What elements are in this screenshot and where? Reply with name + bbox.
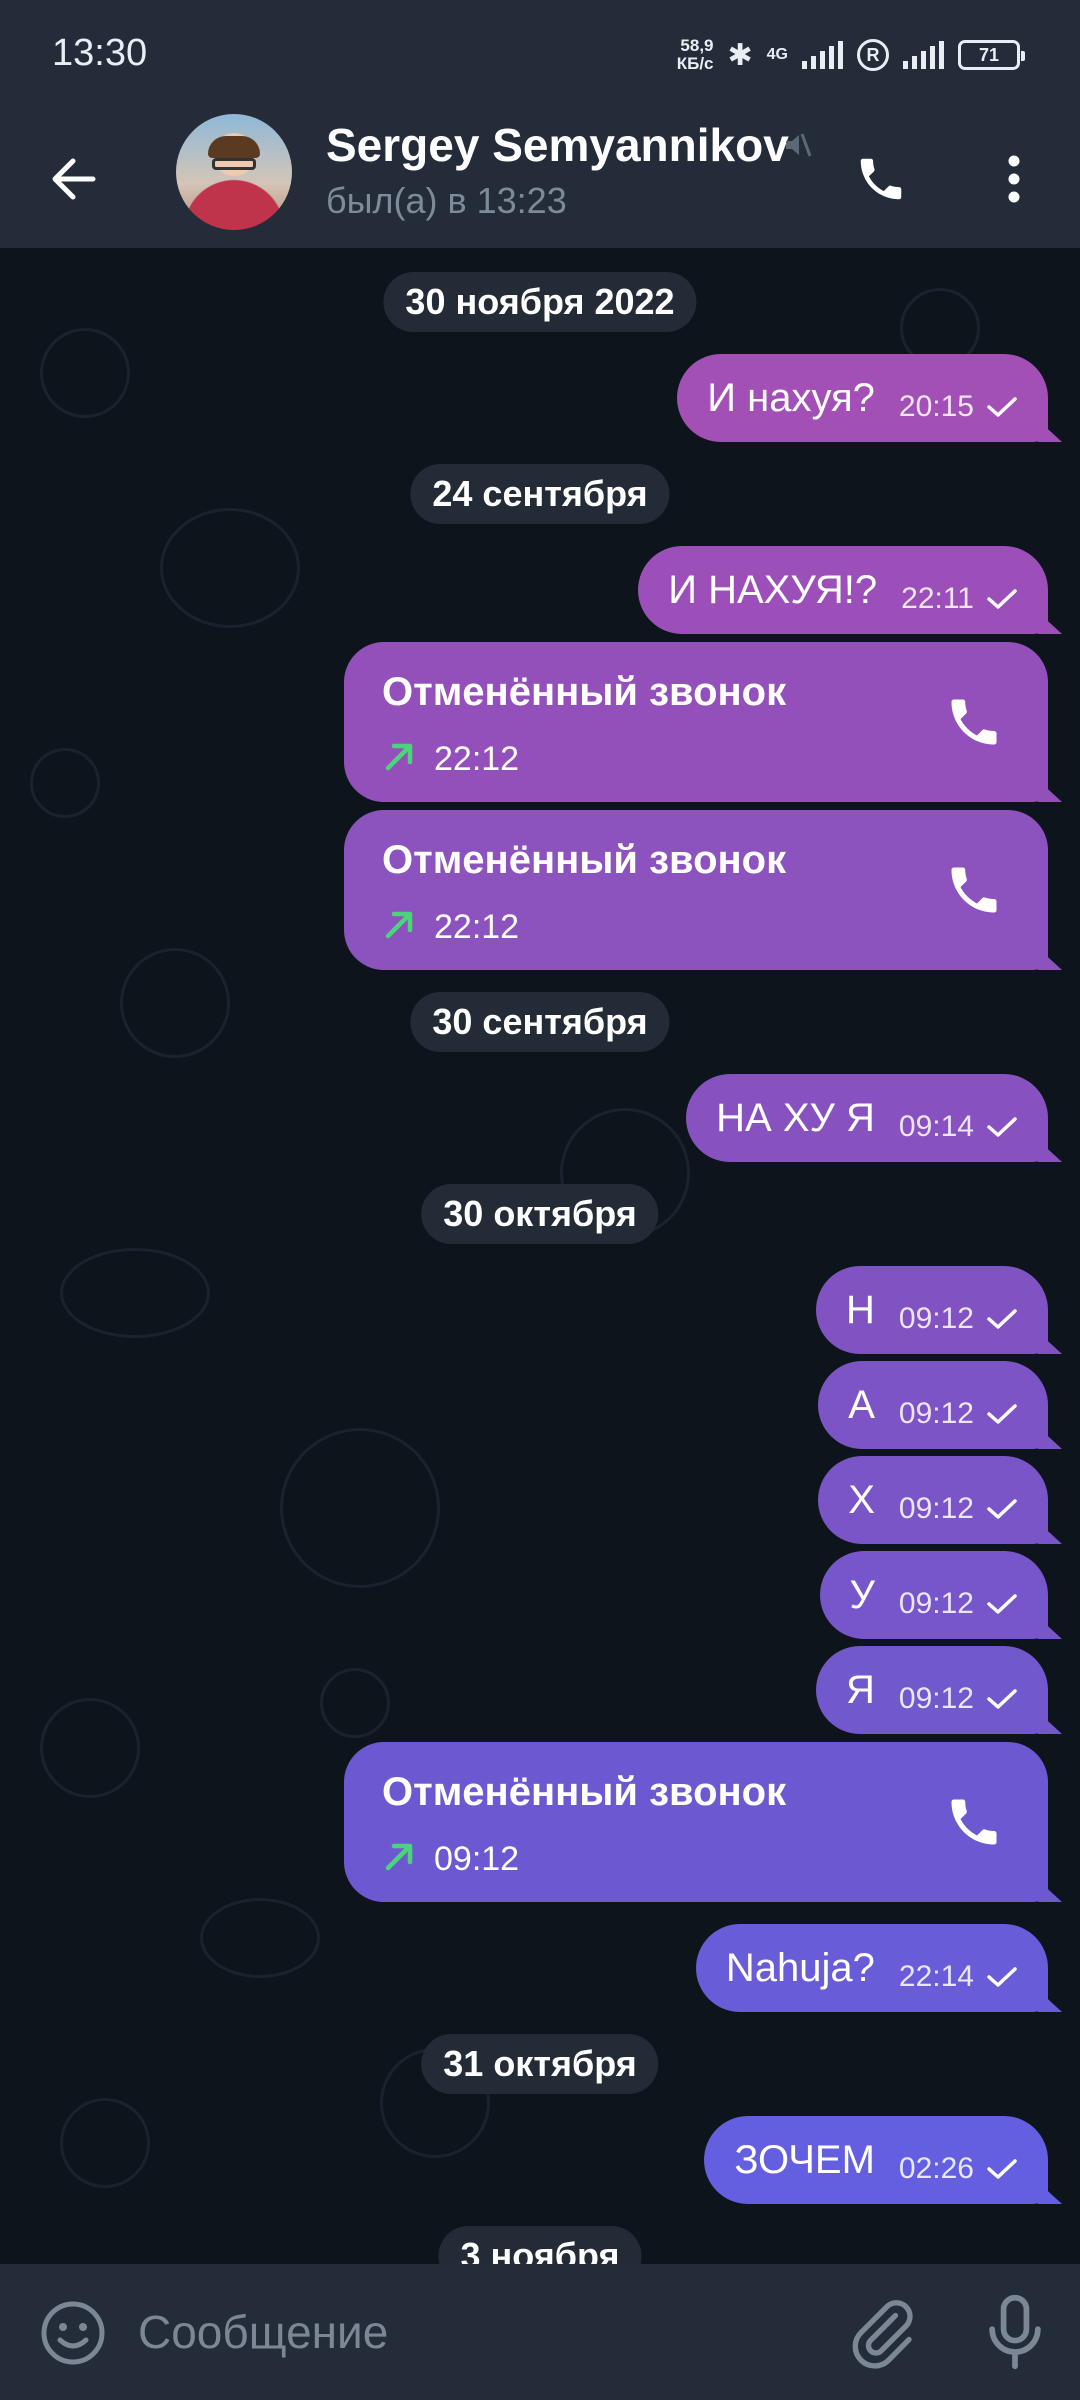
more-vertical-icon: [1008, 155, 1020, 203]
sent-check-icon: [987, 1499, 1017, 1519]
message-time: 09:12: [898, 1302, 974, 1335]
message-bubble[interactable]: ЗОЧЕМ 02:26: [704, 2116, 1048, 2204]
status-time: 13:30: [52, 32, 148, 74]
message-text: И НАХУЯ!?: [668, 567, 878, 612]
message-bubble[interactable]: Nahuja? 22:14: [695, 1924, 1048, 2012]
outgoing-call-arrow-icon: [385, 911, 413, 939]
message-text: И нахуя?: [707, 375, 875, 420]
signal-icon: [802, 41, 843, 69]
message-bubble[interactable]: А 09:12: [818, 1361, 1048, 1449]
muted-icon: [786, 133, 812, 157]
sent-check-icon: [987, 1594, 1017, 1614]
date-separator: 24 сентября: [410, 464, 670, 524]
message-time: 09:12: [898, 1492, 974, 1525]
contact-last-seen: был(а) в 13:23: [326, 180, 567, 221]
message-text: НА ХУ Я: [716, 1095, 875, 1140]
message-time: 09:12: [898, 1397, 974, 1430]
date-separator: 30 сентября: [410, 992, 670, 1052]
battery-level: 71: [978, 44, 1000, 65]
phone-icon: [860, 158, 902, 200]
status-icons: 58,9 КБ/с ✱ 4G R 71: [677, 30, 1025, 80]
message-time: 09:12: [898, 1587, 974, 1620]
contact-name[interactable]: Sergey Semyannikov: [326, 118, 806, 172]
emoji-icon[interactable]: [40, 2300, 106, 2366]
chat-header: Sergey Semyannikov был(а) в 13:23: [0, 110, 1080, 248]
message-text: Х: [848, 1477, 875, 1522]
message-text: А: [848, 1382, 875, 1427]
sent-check-icon: [987, 1689, 1017, 1709]
call-message[interactable]: Отменённый звонок 22:12: [344, 642, 1048, 802]
sent-check-icon: [987, 589, 1017, 609]
message-time: 09:14: [898, 1110, 974, 1143]
call-message[interactable]: Отменённый звонок 22:12: [344, 810, 1048, 970]
voice-call-button[interactable]: [846, 144, 916, 214]
message-time: 09:12: [898, 1682, 974, 1715]
chat-area[interactable]: 30 ноября 2022 И нахуя? 20:15 24 сентябр…: [0, 248, 1080, 2264]
contact-avatar[interactable]: [176, 114, 292, 230]
sent-check-icon: [987, 1404, 1017, 1424]
status-bar: 13:30 58,9 КБ/с ✱ 4G R 71: [0, 0, 1080, 110]
registered-icon: R: [857, 39, 889, 71]
message-text: У: [849, 1572, 875, 1617]
message-text: Nahuja?: [725, 1945, 875, 1990]
call-time: 22:12: [434, 908, 520, 946]
attach-paperclip-icon[interactable]: [846, 2294, 918, 2370]
message-input[interactable]: [138, 2294, 778, 2370]
network-type: 4G: [766, 46, 788, 63]
more-options-button[interactable]: [984, 144, 1044, 214]
microphone-icon[interactable]: [980, 2292, 1050, 2372]
call-title: Отменённый звонок: [382, 670, 787, 714]
message-text: Н: [846, 1287, 875, 1332]
date-separator: 31 октября: [421, 2034, 659, 2094]
message-input-bar: [0, 2264, 1080, 2400]
message-time: 20:15: [898, 390, 974, 423]
network-speed-value: 58,9: [680, 36, 714, 55]
sent-check-icon: [987, 1309, 1017, 1329]
bluetooth-icon: ✱: [727, 38, 753, 72]
network-speed-unit: КБ/с: [676, 54, 714, 73]
outgoing-call-arrow-icon: [385, 743, 413, 771]
sent-check-icon: [987, 397, 1017, 417]
signal-icon-2: [903, 41, 944, 69]
call-back-phone-icon[interactable]: [944, 1792, 1004, 1852]
message-bubble[interactable]: Н 09:12: [816, 1266, 1048, 1354]
outgoing-call-arrow-icon: [385, 1843, 413, 1871]
message-bubble[interactable]: Х 09:12: [818, 1456, 1048, 1544]
message-time: 22:11: [901, 582, 974, 615]
date-separator: 3 ноября: [438, 2226, 642, 2264]
message-time: 02:26: [898, 2152, 974, 2185]
back-arrow-icon: [52, 158, 96, 200]
back-button[interactable]: [38, 144, 108, 214]
call-title: Отменённый звонок: [382, 1770, 787, 1814]
network-speed: 58,9 КБ/с: [677, 37, 714, 73]
sent-check-icon: [987, 1967, 1017, 1987]
sent-check-icon: [987, 2159, 1017, 2179]
message-text: ЗОЧЕМ: [734, 2137, 875, 2182]
message-bubble[interactable]: И НАХУЯ!? 22:11: [638, 546, 1048, 634]
message-time: 22:14: [898, 1960, 974, 1993]
message-text: Я: [846, 1667, 875, 1712]
message-bubble[interactable]: И нахуя? 20:15: [677, 354, 1048, 442]
message-bubble[interactable]: НА ХУ Я 09:14: [686, 1074, 1048, 1162]
date-separator: 30 октября: [421, 1184, 659, 1244]
date-separator: 30 ноября 2022: [383, 272, 697, 332]
call-message[interactable]: Отменённый звонок 09:12: [344, 1742, 1048, 1902]
message-bubble[interactable]: У 09:12: [819, 1551, 1048, 1639]
message-bubble[interactable]: Я 09:12: [816, 1646, 1048, 1734]
call-back-phone-icon[interactable]: [944, 692, 1004, 752]
battery-icon: 71: [958, 40, 1025, 70]
call-title: Отменённый звонок: [382, 838, 787, 882]
sent-check-icon: [987, 1117, 1017, 1137]
call-time: 22:12: [434, 740, 520, 778]
call-time: 09:12: [434, 1840, 520, 1878]
call-back-phone-icon[interactable]: [944, 860, 1004, 920]
